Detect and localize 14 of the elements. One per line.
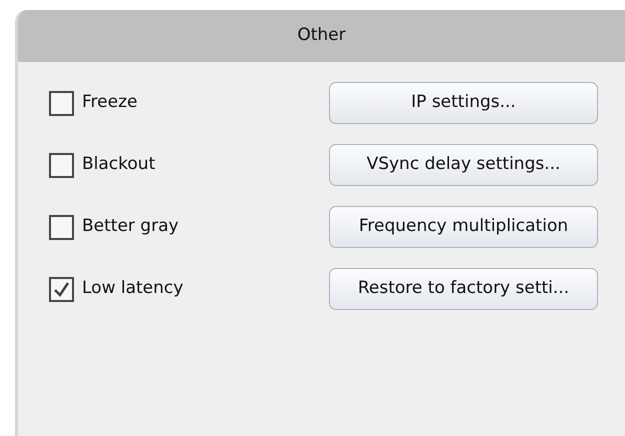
settings-button[interactable]: IP settings... xyxy=(329,82,598,124)
checkbox-label[interactable]: Blackout xyxy=(82,152,156,178)
checkbox[interactable] xyxy=(49,276,74,302)
checkbox[interactable] xyxy=(49,152,74,178)
checkmark-icon xyxy=(52,280,71,298)
checkbox-label[interactable]: Better gray xyxy=(82,214,179,240)
settings-button[interactable]: Frequency multiplication xyxy=(329,206,598,248)
settings-button[interactable]: Restore to factory setti... xyxy=(329,268,598,310)
panel-title: Other xyxy=(297,24,346,48)
checkbox[interactable] xyxy=(49,214,74,240)
checkbox-label[interactable]: Low latency xyxy=(82,276,184,302)
checkbox[interactable] xyxy=(49,90,74,116)
checkbox-label[interactable]: Freeze xyxy=(82,90,138,116)
settings-button[interactable]: VSync delay settings... xyxy=(329,144,598,186)
